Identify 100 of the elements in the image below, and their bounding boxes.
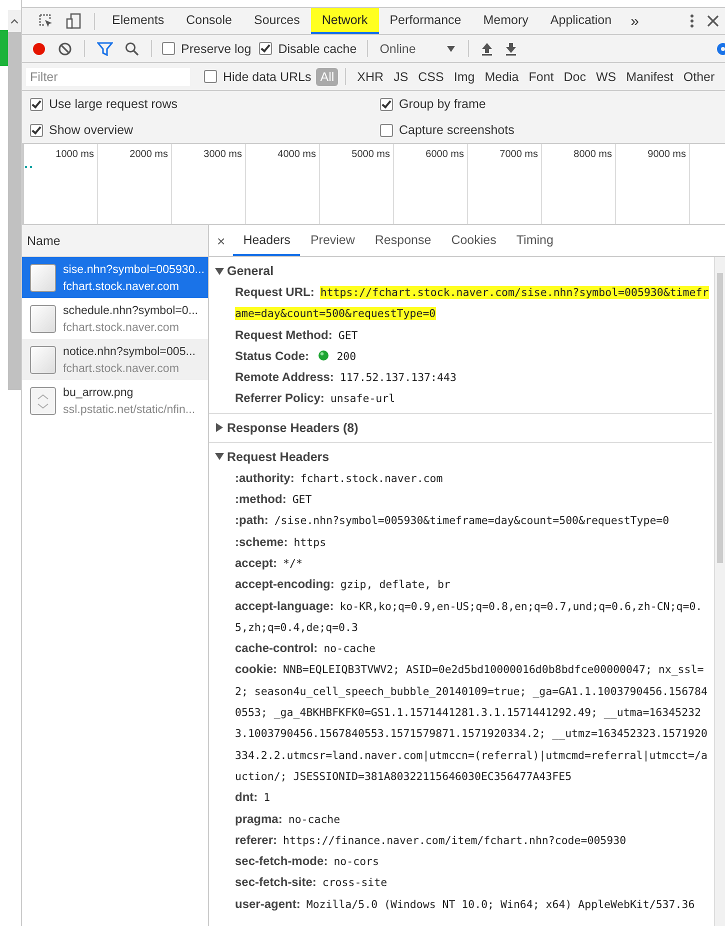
document-icon (30, 304, 56, 332)
type-filter-button[interactable]: CSS (414, 68, 448, 86)
checkbox-label: Show overview (49, 123, 134, 137)
request-name: bu_arrow.png (63, 386, 134, 398)
header-line: :authority: fchart.stock.naver.com (234, 470, 444, 487)
collapsed-triangle-icon (215, 423, 224, 432)
type-filter-button[interactable]: XHR (353, 68, 388, 86)
request-domain: fchart.stock.naver.com (63, 280, 180, 292)
close-button[interactable]: × (217, 225, 234, 256)
checkbox-label: Use large request rows (49, 97, 178, 111)
header-line: sec-fetch-site: cross-site (234, 874, 388, 892)
page-scrollbar[interactable] (8, 10, 21, 390)
request-domain: fchart.stock.naver.com (63, 320, 180, 334)
column-header[interactable]: Name (22, 225, 208, 257)
section-header[interactable]: Request Headers (215, 446, 330, 468)
type-filter-button[interactable]: JS (390, 68, 412, 86)
request-domain: ssl.pstatic.net/static/nfin... (63, 402, 196, 416)
search-icon[interactable] (125, 42, 139, 56)
header-line: :method: GET (234, 491, 313, 508)
detail-tab[interactable]: Response (364, 225, 442, 256)
checkbox-label: Hide data URLs (223, 70, 312, 84)
request-name: sise.nhn?symbol=005930... (63, 262, 204, 276)
checkbox[interactable] (380, 124, 393, 136)
type-filter-button[interactable]: Font (524, 68, 558, 86)
request-name: schedule.nhn?symbol=0... (63, 304, 198, 316)
checkbox[interactable] (30, 98, 43, 110)
expanded-triangle-icon (215, 452, 224, 462)
header-line: Referrer Policy: unsafe-url (234, 390, 396, 408)
detail-tab[interactable]: Cookies (441, 225, 506, 256)
checkbox[interactable] (204, 70, 217, 83)
detail-tab[interactable]: Headers (233, 225, 300, 256)
inspect-icon[interactable] (38, 13, 54, 29)
more-tabs-button[interactable]: » (622, 12, 647, 30)
header-line: dnt: 1 (234, 789, 272, 806)
upload-icon[interactable] (480, 42, 493, 56)
header-line: referer: https://finance.naver.com/item/fchart.nhn?code=005930 (234, 832, 628, 849)
checkbox[interactable] (259, 42, 272, 55)
tick-label: 1000 ms (56, 149, 94, 160)
scrollbar[interactable] (714, 257, 725, 926)
filter-field[interactable]: Filter (26, 68, 190, 86)
tick-label: 8000 ms (574, 149, 612, 160)
panel-tab[interactable]: Memory (472, 8, 540, 34)
section-header[interactable]: General (215, 260, 274, 282)
header-line: Remote Address: 117.52.137.137:443 (234, 369, 458, 386)
download-icon[interactable] (504, 42, 517, 56)
panel-tab[interactable]: Sources (242, 8, 311, 34)
throttling-dropdown[interactable]: Online (374, 42, 462, 56)
checkbox-label: Disable cache (278, 42, 357, 56)
checkbox-label: Preserve log (181, 42, 252, 56)
section-header[interactable]: Response Headers (8) (215, 416, 358, 439)
tick-label: 6000 ms (426, 149, 464, 160)
header-line: accept: */* (234, 554, 304, 572)
header-line: cookie: NNB=EQLEIQB3TVWV2; ASID=0e2d5bd10000016d0b8bdfce00000047; nx_ssl=2; season4u_cell_speech_bubble_20140109=true; _ga=GA1.1.1003790456.1567840553; _ga_4BKHBFKFK0=GS1.1.1571441281.3.1.1571441292.49; __utma=163452323.1003790456.1567840553.1571579871.1571920334.2; __utmz=163452323.1571920334.2.2.utmcsr=land.naver.com|utmccn=(referral)|utmcmd=referral|utmcct=/auction/; JSESSIONID=381A80322115646030EC356477A43FE5 (234, 661, 708, 785)
status-dot-icon (318, 350, 330, 361)
device-icon[interactable] (66, 13, 82, 29)
type-filter-button[interactable]: Media (480, 68, 523, 86)
tick-label: 4000 ms (278, 149, 316, 160)
clear-icon[interactable] (58, 42, 72, 56)
panel-tab[interactable]: Console (175, 8, 243, 34)
page-edge-bar (0, 30, 8, 66)
checkbox[interactable] (162, 42, 175, 55)
close-icon[interactable] (707, 15, 719, 27)
request-name: notice.nhn?symbol=005... (63, 344, 196, 358)
record-button[interactable] (32, 42, 46, 56)
checkbox[interactable] (380, 98, 393, 110)
header-line: accept-encoding: gzip, deflate, br (234, 576, 452, 594)
type-filter-button[interactable]: Manifest (622, 68, 678, 86)
checkbox-label: Capture screenshots (399, 123, 514, 137)
request-row[interactable]: notice.nhn?symbol=005... fchart.stock.naver.com (22, 339, 208, 380)
type-filter-button[interactable]: Img (450, 68, 479, 86)
type-filter-button[interactable]: Doc (560, 68, 590, 86)
header-line: sec-fetch-mode: no-cors (234, 853, 380, 870)
filter-icon[interactable] (97, 42, 113, 56)
timeline-mark (25, 165, 35, 169)
panel-tab[interactable]: Network (310, 8, 379, 34)
panel-tab[interactable]: Application (539, 8, 623, 34)
header-line: user-agent: Mozilla/5.0 (Windows NT 10.0; Win64; x64) AppleWebKit/537.36 (234, 896, 696, 913)
header-value: 200 (336, 350, 356, 363)
header-line: cache-control: no-cache (234, 640, 376, 658)
type-filter-button[interactable]: Other (679, 68, 719, 86)
detail-tab[interactable]: Timing (506, 225, 564, 256)
more-options-icon[interactable] (689, 13, 695, 29)
detail-tab[interactable]: Preview (300, 225, 365, 256)
type-filter-button[interactable]: WS (592, 68, 620, 86)
tick-label: 5000 ms (352, 149, 390, 160)
panel-tab[interactable]: Elements (101, 8, 176, 34)
settings-icon[interactable] (714, 40, 725, 56)
header-name: Status Code: (235, 348, 310, 363)
request-row[interactable]: sise.nhn?symbol=005930... fchart.stock.naver.com (22, 257, 208, 298)
dropdown-caret-icon (446, 44, 456, 52)
arrows-image-icon (30, 386, 56, 414)
request-row[interactable]: schedule.nhn?symbol=0... fchart.stock.naver.com (22, 298, 208, 339)
header-line: :scheme: https (234, 534, 328, 551)
tick-label: 3000 ms (204, 149, 242, 160)
request-row[interactable]: bu_arrow.png ssl.pstatic.net/static/nfin... (22, 380, 208, 421)
checkbox[interactable] (30, 124, 43, 136)
request-domain: fchart.stock.naver.com (63, 362, 180, 374)
panel-tab[interactable]: Performance (378, 8, 472, 34)
expanded-triangle-icon (215, 266, 224, 276)
document-icon (30, 346, 56, 374)
